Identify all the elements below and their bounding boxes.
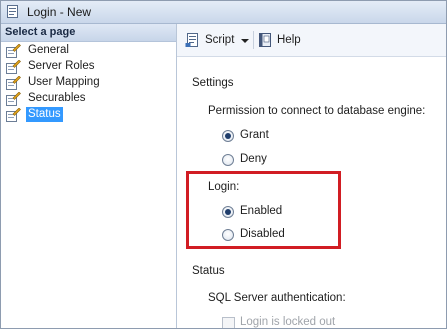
content-pane: Script Help Settings Permission to conne… [177,24,446,328]
page-wrench-icon [6,44,21,58]
title-bar: Login - New [1,1,446,24]
help-label: Help [277,34,301,46]
enabled-label: Enabled [240,205,283,217]
select-page-label: Select a page [5,26,76,38]
locked-out-label: Login is locked out [240,316,336,328]
disabled-radio[interactable] [222,229,234,241]
select-page-header: Select a page [1,24,176,42]
help-button[interactable]: Help [257,32,307,50]
page-label-general: General [28,44,69,56]
sql-auth-label: SQL Server authentication: [208,292,346,304]
deny-radio[interactable] [222,154,234,166]
window-title: Login - New [27,5,92,19]
script-label: Script [205,34,235,46]
page-item-securables[interactable]: Securables [1,91,176,107]
status-page-content: Settings Permission to connect to databa… [177,57,446,328]
locked-out-checkbox[interactable] [222,317,235,328]
page-wrench-icon [6,60,21,74]
page-wrench-icon [6,108,21,122]
page-list: General Server Roles User Mapping Secura… [1,43,176,123]
permission-label: Permission to connect to database engine… [208,105,426,117]
help-book-icon [259,33,271,47]
disabled-label: Disabled [240,228,285,240]
script-dropdown-arrow-icon[interactable] [241,39,249,43]
enabled-radio[interactable] [222,206,234,218]
document-icon [7,5,18,18]
page-label-server-roles: Server Roles [28,60,95,72]
toolbar: Script Help [177,24,446,57]
status-section-label: Status [192,265,225,277]
page-label-user-mapping: User Mapping [28,76,100,88]
grant-radio[interactable] [222,130,234,142]
page-item-server-roles[interactable]: Server Roles [1,59,176,75]
page-label-status: Status [26,107,63,122]
page-wrench-icon [6,92,21,106]
settings-section-label: Settings [192,77,234,89]
script-icon [185,33,198,47]
toolbar-separator [253,31,254,49]
dialog-window: Login - New Select a page General Server… [0,0,447,329]
login-label: Login: [208,181,240,193]
grant-label: Grant [240,129,269,141]
script-button[interactable]: Script [185,32,235,50]
deny-label: Deny [240,153,267,165]
page-item-status[interactable]: Status [1,107,176,123]
page-label-securables: Securables [28,92,86,104]
page-item-user-mapping[interactable]: User Mapping [1,75,176,91]
page-wrench-icon [6,76,21,90]
page-selector-pane: Select a page General Server Roles User … [1,24,176,328]
page-item-general[interactable]: General [1,43,176,59]
